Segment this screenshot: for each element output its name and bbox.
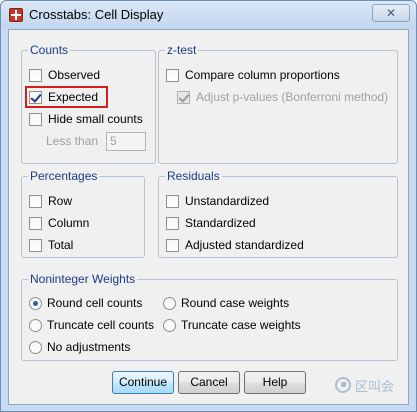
expected-checkbox[interactable]: Expected — [29, 89, 98, 105]
ztest-legend: z-test — [165, 43, 199, 57]
observed-checkbox-box[interactable] — [29, 68, 42, 82]
no-adjustments-radio-dot[interactable] — [29, 340, 42, 354]
residuals-legend: Residuals — [165, 169, 222, 183]
unstandardized-checkbox[interactable]: Unstandardized — [166, 193, 269, 209]
expected-checkbox-box[interactable] — [29, 90, 42, 104]
truncate-cell-counts-radio[interactable]: Truncate cell counts — [29, 317, 154, 333]
hide-small-counts-label: Hide small counts — [48, 112, 143, 126]
row-checkbox[interactable]: Row — [29, 193, 72, 209]
column-checkbox-box[interactable] — [29, 216, 42, 230]
no-adjustments-radio[interactable]: No adjustments — [29, 339, 130, 355]
adjusted-standardized-box[interactable] — [166, 238, 179, 252]
counts-legend: Counts — [28, 43, 71, 57]
standardized-checkbox[interactable]: Standardized — [166, 215, 256, 231]
round-cell-counts-label: Round cell counts — [47, 296, 143, 310]
less-than-label: Less than — [46, 134, 99, 148]
standardized-box[interactable] — [166, 216, 179, 230]
window-title: Crosstabs: Cell Display — [29, 7, 164, 22]
watermark: 区叫会 — [335, 373, 407, 397]
observed-checkbox[interactable]: Observed — [29, 67, 100, 83]
total-checkbox-box[interactable] — [29, 238, 42, 252]
truncate-case-weights-label: Truncate case weights — [181, 318, 301, 332]
dialog-client-area: Counts Observed Expected Hide small coun… — [8, 29, 409, 405]
cancel-button[interactable]: Cancel — [178, 371, 240, 394]
compare-proportions-label: Compare column proportions — [185, 68, 340, 82]
adjusted-standardized-checkbox[interactable]: Adjusted standardized — [166, 237, 304, 253]
watermark-logo-icon — [335, 377, 351, 393]
truncate-cell-counts-label: Truncate cell counts — [47, 318, 154, 332]
hide-small-counts-checkbox[interactable]: Hide small counts — [29, 111, 143, 127]
dialog-window: Crosstabs: Cell Display ✕ Counts Observe… — [0, 0, 417, 412]
adjust-pvalues-label: Adjust p-values (Bonferroni method) — [196, 90, 389, 104]
compare-proportions-box[interactable] — [166, 68, 179, 82]
title-bar[interactable]: Crosstabs: Cell Display ✕ — [1, 1, 416, 29]
less-than-input[interactable]: 5 — [106, 132, 146, 151]
unstandardized-label: Unstandardized — [185, 194, 270, 208]
no-adjustments-label: No adjustments — [47, 340, 131, 354]
adjust-pvalues-checkbox[interactable]: Adjust p-values (Bonferroni method) — [177, 89, 388, 105]
watermark-text: 区叫会 — [355, 378, 395, 394]
hide-small-counts-box[interactable] — [29, 112, 42, 126]
continue-button[interactable]: Continue — [112, 371, 174, 394]
total-checkbox[interactable]: Total — [29, 237, 73, 253]
round-case-weights-label: Round case weights — [181, 296, 290, 310]
adjust-pvalues-box[interactable] — [177, 90, 190, 104]
observed-label: Observed — [48, 68, 101, 82]
column-checkbox[interactable]: Column — [29, 215, 89, 231]
total-label: Total — [48, 238, 74, 252]
round-case-weights-radio[interactable]: Round case weights — [163, 295, 289, 311]
truncate-cell-counts-radio-dot[interactable] — [29, 318, 42, 332]
noninteger-weights-legend: Noninteger Weights — [28, 272, 138, 286]
truncate-case-weights-radio[interactable]: Truncate case weights — [163, 317, 301, 333]
close-button[interactable]: ✕ — [372, 4, 410, 22]
unstandardized-box[interactable] — [166, 194, 179, 208]
standardized-label: Standardized — [185, 216, 256, 230]
adjusted-standardized-label: Adjusted standardized — [185, 238, 304, 252]
row-label: Row — [48, 194, 73, 208]
row-checkbox-box[interactable] — [29, 194, 42, 208]
percentages-legend: Percentages — [28, 169, 100, 183]
compare-proportions-checkbox[interactable]: Compare column proportions — [166, 67, 340, 83]
column-label: Column — [48, 216, 90, 230]
round-cell-counts-radio[interactable]: Round cell counts — [29, 295, 142, 311]
round-cell-counts-radio-dot[interactable] — [29, 296, 42, 310]
expected-label: Expected — [48, 90, 99, 104]
help-button[interactable]: Help — [244, 371, 306, 394]
truncate-case-weights-radio-dot[interactable] — [163, 318, 176, 332]
round-case-weights-radio-dot[interactable] — [163, 296, 176, 310]
spss-app-icon — [9, 8, 23, 22]
